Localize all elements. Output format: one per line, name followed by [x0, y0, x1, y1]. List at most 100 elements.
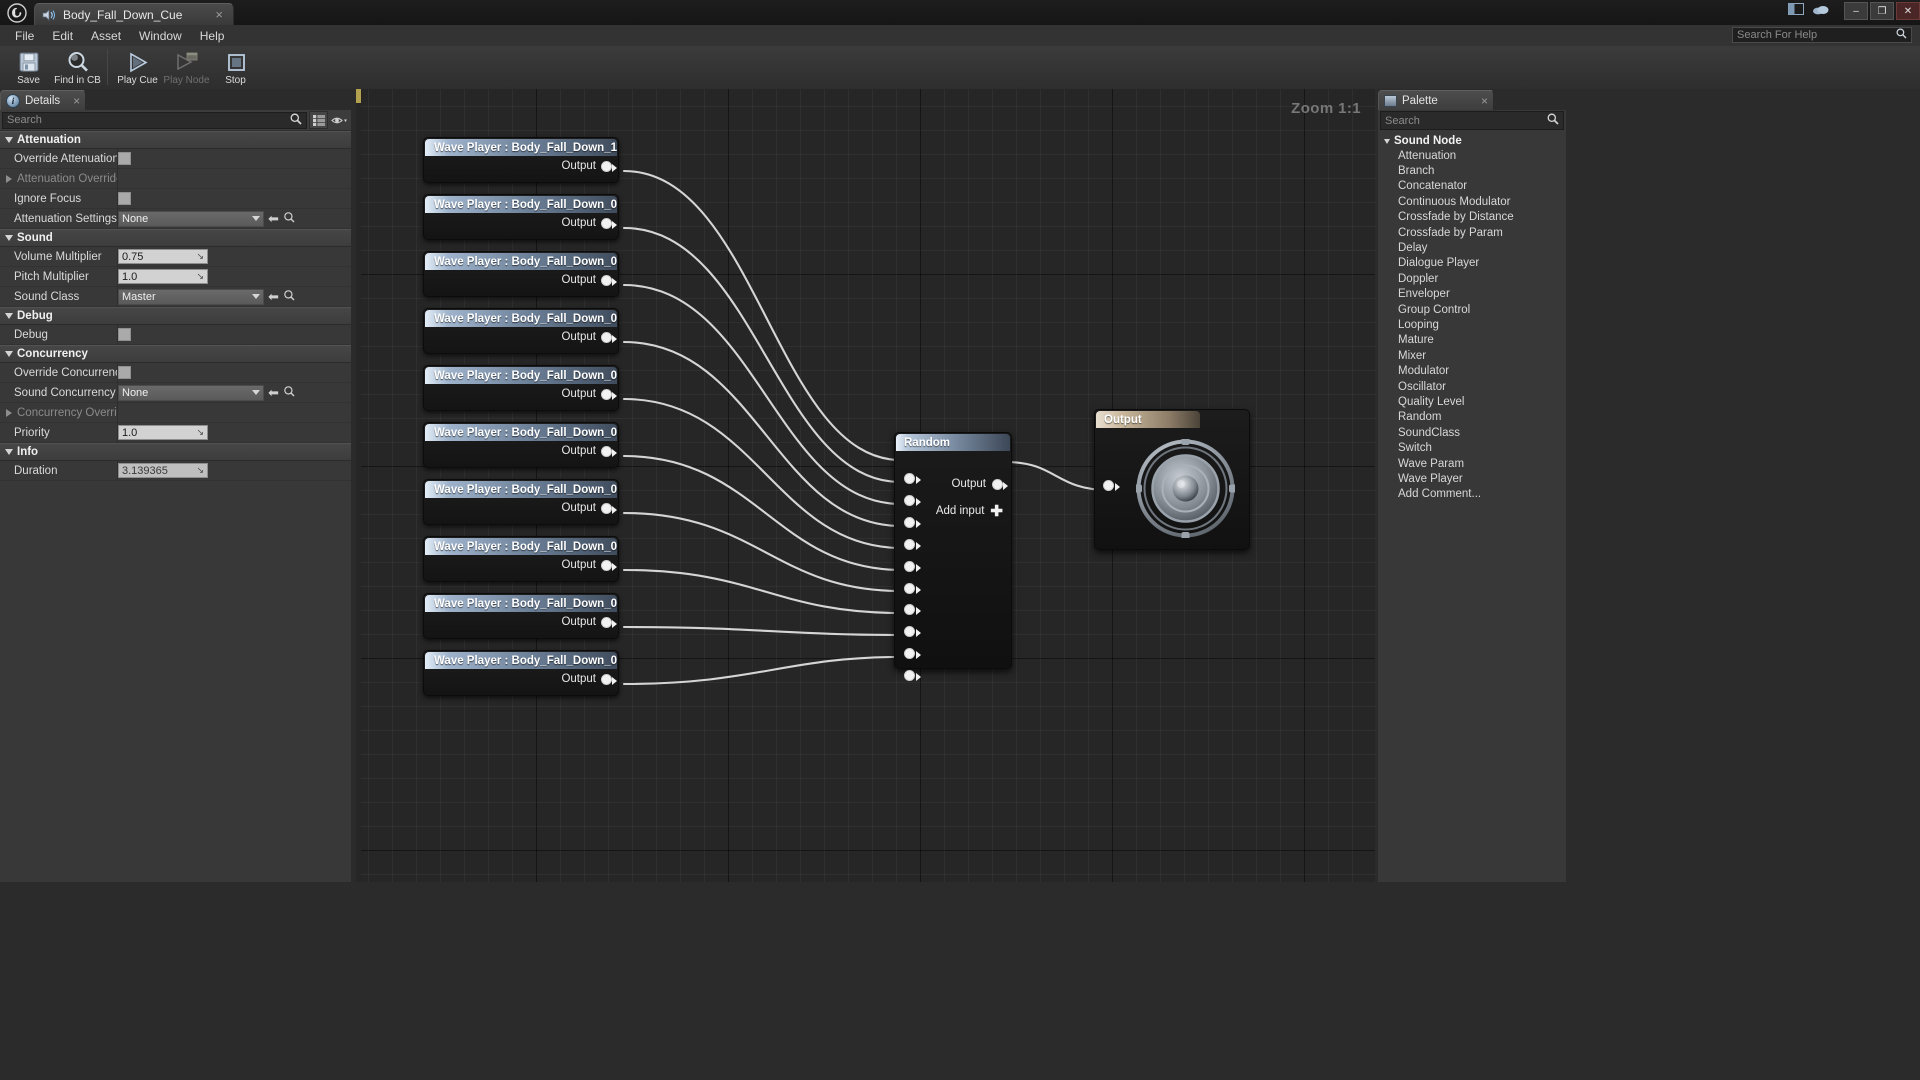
sound-concurrency-settings-combo[interactable]: None [118, 384, 264, 401]
node-wave-player-06[interactable]: Wave Player : Body_Fall_Down_06 Output [423, 479, 619, 525]
category-attenuation[interactable]: Attenuation [0, 131, 351, 149]
node-random[interactable]: Random Output Add input ✚ [894, 432, 1012, 681]
random-input-pin-9[interactable] [904, 648, 921, 659]
palette-item-wave-param[interactable]: Wave Param [1378, 456, 1566, 471]
output-pin[interactable] [601, 616, 617, 628]
play-node-button[interactable]: Play Node [162, 46, 211, 89]
help-search-input[interactable]: Search For Help [1732, 27, 1912, 43]
node-wave-player-08[interactable]: Wave Player : Body_Fall_Down_08 Output [423, 593, 619, 639]
palette-item-crossfade-by-distance[interactable]: Crossfade by Distance [1378, 210, 1566, 225]
palette-item-continuous-modulator[interactable]: Continuous Modulator [1378, 194, 1566, 209]
random-input-pin-10[interactable] [904, 670, 921, 681]
menu-edit[interactable]: Edit [43, 27, 82, 45]
menu-asset[interactable]: Asset [82, 27, 130, 45]
random-input-pin-8[interactable] [904, 626, 921, 637]
priority-input[interactable]: 1.0 ↘ [118, 425, 208, 440]
palette-item-quality-level[interactable]: Quality Level [1378, 394, 1566, 409]
override-concurrency-checkbox[interactable] [118, 366, 131, 379]
palette-item-doppler[interactable]: Doppler [1378, 271, 1566, 286]
override-attenuation-checkbox[interactable] [118, 152, 131, 165]
sound-class-combo[interactable]: Master [118, 288, 264, 305]
palette-item-attenuation[interactable]: Attenuation [1378, 148, 1566, 163]
output-pin[interactable] [601, 445, 617, 457]
debug-checkbox[interactable] [118, 328, 131, 341]
spinner-icon[interactable]: ↘ [196, 271, 204, 282]
expand-triangle-icon[interactable] [6, 408, 12, 417]
palette-search-input[interactable]: Search [1380, 111, 1564, 130]
palette-item-modulator[interactable]: Modulator [1378, 363, 1566, 378]
menu-file[interactable]: File [6, 27, 43, 45]
layout-icon[interactable] [1788, 2, 1804, 20]
palette-item-soundclass[interactable]: SoundClass [1378, 425, 1566, 440]
browse-asset-icon[interactable] [283, 289, 295, 304]
reset-arrow-icon[interactable]: ⬅ [268, 212, 279, 225]
palette-tab-close-icon[interactable]: × [1481, 94, 1488, 108]
palette-item-add-comment[interactable]: Add Comment... [1378, 487, 1566, 502]
palette-item-switch[interactable]: Switch [1378, 440, 1566, 455]
menu-window[interactable]: Window [130, 27, 191, 45]
tab-palette[interactable]: Palette × [1378, 90, 1494, 110]
stop-button[interactable]: Stop [211, 46, 260, 89]
palette-item-enveloper[interactable]: Enveloper [1378, 287, 1566, 302]
visibility-options-button[interactable] [330, 111, 349, 129]
output-pin[interactable] [992, 478, 1008, 490]
output-pin[interactable] [601, 331, 617, 343]
reset-arrow-icon[interactable]: ⬅ [268, 290, 279, 303]
output-pin[interactable] [601, 673, 617, 685]
node-wave-player-03[interactable]: Wave Player : Body_Fall_Down_03 Output [423, 308, 619, 354]
plus-icon[interactable]: ✚ [990, 504, 1003, 519]
palette-item-branch[interactable]: Branch [1378, 163, 1566, 178]
node-wave-player-02[interactable]: Wave Player : Body_Fall_Down_02 Output [423, 251, 619, 297]
palette-item-group-control[interactable]: Group Control [1378, 302, 1566, 317]
cloud-icon[interactable] [1812, 2, 1830, 20]
output-pin[interactable] [601, 502, 617, 514]
close-button[interactable]: ✕ [1896, 2, 1920, 20]
menu-help[interactable]: Help [191, 27, 234, 45]
ignore-focus-checkbox[interactable] [118, 192, 131, 205]
palette-item-oscillator[interactable]: Oscillator [1378, 379, 1566, 394]
find-in-cb-button[interactable]: Find in CB [53, 46, 102, 89]
document-tab-close-icon[interactable]: × [211, 7, 227, 22]
output-pin[interactable] [601, 217, 617, 229]
output-pin[interactable] [601, 160, 617, 172]
palette-item-concatenator[interactable]: Concatenator [1378, 179, 1566, 194]
sound-cue-graph-canvas[interactable]: Zoom 1:1 Wave Player : Body_Fall_Down_10 [356, 89, 1375, 882]
palette-item-random[interactable]: Random [1378, 410, 1566, 425]
output-pin[interactable] [601, 388, 617, 400]
tab-details[interactable]: i Details × [0, 90, 87, 110]
node-wave-player-10[interactable]: Wave Player : Body_Fall_Down_10 Output [423, 137, 619, 183]
volume-multiplier-input[interactable]: 0.75 ↘ [118, 249, 208, 264]
save-button[interactable]: Save [4, 46, 53, 89]
browse-asset-icon[interactable] [283, 385, 295, 400]
node-wave-player-05[interactable]: Wave Player : Body_Fall_Down_05 Output [423, 422, 619, 468]
node-wave-player-07[interactable]: Wave Player : Body_Fall_Down_07 Output [423, 536, 619, 582]
category-debug[interactable]: Debug [0, 307, 351, 325]
palette-item-dialogue-player[interactable]: Dialogue Player [1378, 256, 1566, 271]
attenuation-settings-combo[interactable]: None [118, 210, 264, 227]
palette-item-wave-player[interactable]: Wave Player [1378, 471, 1566, 486]
output-node-input-pin[interactable] [1103, 480, 1120, 491]
reset-arrow-icon[interactable]: ⬅ [268, 386, 279, 399]
random-input-pin-7[interactable] [904, 604, 921, 615]
output-pin[interactable] [601, 559, 617, 571]
category-info[interactable]: Info [0, 443, 351, 461]
view-options-button[interactable] [309, 111, 328, 129]
random-add-input-row[interactable]: Add input ✚ [936, 504, 1003, 519]
minimize-button[interactable]: – [1844, 2, 1868, 20]
category-sound[interactable]: Sound [0, 229, 351, 247]
palette-item-mature[interactable]: Mature [1378, 333, 1566, 348]
details-tab-close-icon[interactable]: × [73, 94, 80, 108]
output-pin[interactable] [601, 274, 617, 286]
details-search-input[interactable]: Search [2, 111, 307, 129]
node-output[interactable]: Output [1094, 409, 1250, 550]
random-input-pin-4[interactable] [904, 539, 921, 550]
maximize-button[interactable]: ❐ [1870, 2, 1894, 20]
random-input-pin-3[interactable] [904, 517, 921, 528]
palette-item-mixer[interactable]: Mixer [1378, 348, 1566, 363]
browse-asset-icon[interactable] [283, 211, 295, 226]
node-wave-player-04[interactable]: Wave Player : Body_Fall_Down_04 Output [423, 365, 619, 411]
random-input-pin-2[interactable] [904, 495, 921, 506]
node-wave-player-01[interactable]: Wave Player : Body_Fall_Down_01 Output [423, 194, 619, 240]
random-input-pin-1[interactable] [904, 473, 921, 484]
palette-item-looping[interactable]: Looping [1378, 317, 1566, 332]
